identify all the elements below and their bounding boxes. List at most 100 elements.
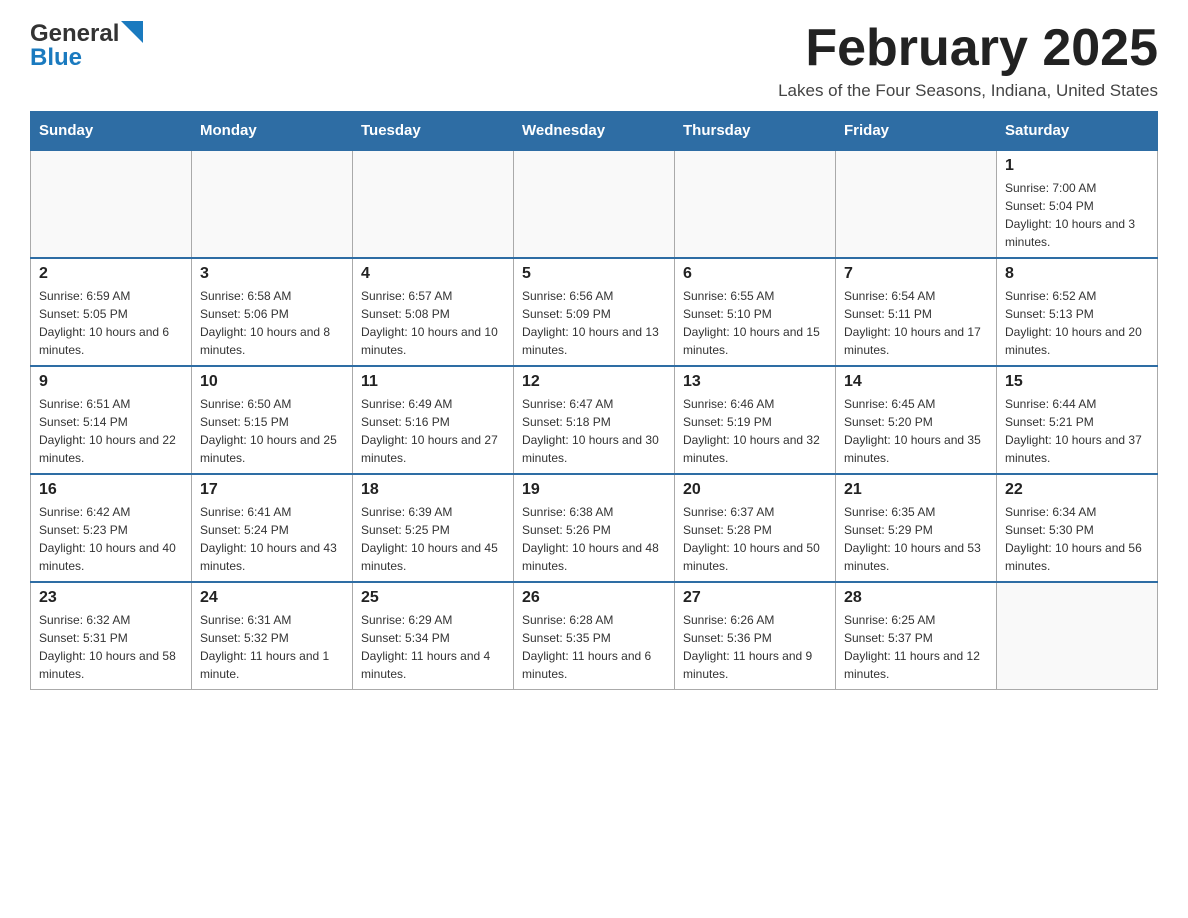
- day-number: 15: [1005, 373, 1149, 391]
- calendar-cell: [192, 150, 353, 258]
- day-of-week-wednesday: Wednesday: [514, 112, 675, 151]
- calendar-body: 1 Sunrise: 7:00 AM Sunset: 5:04 PM Daylig…: [31, 150, 1158, 690]
- day-info: Sunrise: 6:47 AM Sunset: 5:18 PM Dayligh…: [522, 395, 666, 467]
- calendar-table: SundayMondayTuesdayWednesdayThursdayFrid…: [30, 111, 1158, 690]
- day-info: Sunrise: 6:32 AM Sunset: 5:31 PM Dayligh…: [39, 611, 183, 683]
- week-row-2: 2 Sunrise: 6:59 AM Sunset: 5:05 PM Daylig…: [31, 258, 1158, 366]
- calendar-cell: 6 Sunrise: 6:55 AM Sunset: 5:10 PM Daylig…: [675, 258, 836, 366]
- calendar-cell: [675, 150, 836, 258]
- calendar-cell: 8Sunrise: 6:52 AM Sunset: 5:13 PM Daylig…: [997, 258, 1158, 366]
- calendar-cell: 24Sunrise: 6:31 AM Sunset: 5:32 PM Dayli…: [192, 582, 353, 690]
- day-info: Sunrise: 6:25 AM Sunset: 5:37 PM Dayligh…: [844, 611, 988, 683]
- calendar-cell: 11 Sunrise: 6:49 AM Sunset: 5:16 PM Dayli…: [353, 366, 514, 474]
- day-number: 22: [1005, 481, 1149, 499]
- day-number: 16: [39, 481, 183, 499]
- day-number: 6: [683, 265, 827, 283]
- calendar-cell: 22 Sunrise: 6:34 AM Sunset: 5:30 PM Dayli…: [997, 474, 1158, 582]
- calendar-cell: 7 Sunrise: 6:54 AM Sunset: 5:11 PM Daylig…: [836, 258, 997, 366]
- day-info: Sunrise: 6:41 AM Sunset: 5:24 PM Dayligh…: [200, 503, 344, 575]
- day-number: 8: [1005, 265, 1149, 283]
- day-number: 4: [361, 265, 505, 283]
- day-number: 1: [1005, 157, 1149, 175]
- week-row-3: 9 Sunrise: 6:51 AM Sunset: 5:14 PM Daylig…: [31, 366, 1158, 474]
- day-info: Sunrise: 6:57 AM Sunset: 5:08 PM Dayligh…: [361, 287, 505, 359]
- calendar-cell: 23 Sunrise: 6:32 AM Sunset: 5:31 PM Dayli…: [31, 582, 192, 690]
- day-number: 19: [522, 481, 666, 499]
- calendar-cell: 9 Sunrise: 6:51 AM Sunset: 5:14 PM Daylig…: [31, 366, 192, 474]
- week-row-5: 23 Sunrise: 6:32 AM Sunset: 5:31 PM Dayli…: [31, 582, 1158, 690]
- calendar-cell: 5 Sunrise: 6:56 AM Sunset: 5:09 PM Daylig…: [514, 258, 675, 366]
- day-number: 28: [844, 589, 988, 607]
- calendar-cell: 16 Sunrise: 6:42 AM Sunset: 5:23 PM Dayli…: [31, 474, 192, 582]
- day-info: Sunrise: 6:58 AM Sunset: 5:06 PM Dayligh…: [200, 287, 344, 359]
- day-number: 21: [844, 481, 988, 499]
- week-row-4: 16 Sunrise: 6:42 AM Sunset: 5:23 PM Dayli…: [31, 474, 1158, 582]
- day-info: Sunrise: 6:50 AM Sunset: 5:15 PM Dayligh…: [200, 395, 344, 467]
- day-of-week-saturday: Saturday: [997, 112, 1158, 151]
- day-number: 11: [361, 373, 505, 391]
- day-number: 7: [844, 265, 988, 283]
- calendar-cell: 10 Sunrise: 6:50 AM Sunset: 5:15 PM Dayli…: [192, 366, 353, 474]
- day-info: Sunrise: 6:54 AM Sunset: 5:11 PM Dayligh…: [844, 287, 988, 359]
- day-number: 24: [200, 589, 344, 607]
- day-number: 26: [522, 589, 666, 607]
- day-info: Sunrise: 6:26 AM Sunset: 5:36 PM Dayligh…: [683, 611, 827, 683]
- calendar-cell: 1 Sunrise: 7:00 AM Sunset: 5:04 PM Daylig…: [997, 150, 1158, 258]
- calendar-cell: 4 Sunrise: 6:57 AM Sunset: 5:08 PM Daylig…: [353, 258, 514, 366]
- calendar-cell: 3Sunrise: 6:58 AM Sunset: 5:06 PM Daylig…: [192, 258, 353, 366]
- calendar-cell: [514, 150, 675, 258]
- day-of-week-friday: Friday: [836, 112, 997, 151]
- day-info: Sunrise: 6:45 AM Sunset: 5:20 PM Dayligh…: [844, 395, 988, 467]
- calendar-cell: 15 Sunrise: 6:44 AM Sunset: 5:21 PM Dayli…: [997, 366, 1158, 474]
- calendar-cell: 17 Sunrise: 6:41 AM Sunset: 5:24 PM Dayli…: [192, 474, 353, 582]
- day-number: 2: [39, 265, 183, 283]
- day-info: Sunrise: 6:29 AM Sunset: 5:34 PM Dayligh…: [361, 611, 505, 683]
- calendar-cell: 28 Sunrise: 6:25 AM Sunset: 5:37 PM Dayli…: [836, 582, 997, 690]
- day-number: 9: [39, 373, 183, 391]
- day-info: Sunrise: 6:55 AM Sunset: 5:10 PM Dayligh…: [683, 287, 827, 359]
- calendar-cell: 21 Sunrise: 6:35 AM Sunset: 5:29 PM Dayli…: [836, 474, 997, 582]
- day-info: Sunrise: 6:39 AM Sunset: 5:25 PM Dayligh…: [361, 503, 505, 575]
- day-of-week-monday: Monday: [192, 112, 353, 151]
- calendar-cell: [353, 150, 514, 258]
- days-of-week-row: SundayMondayTuesdayWednesdayThursdayFrid…: [31, 112, 1158, 151]
- day-number: 18: [361, 481, 505, 499]
- day-info: Sunrise: 6:44 AM Sunset: 5:21 PM Dayligh…: [1005, 395, 1149, 467]
- day-number: 27: [683, 589, 827, 607]
- day-number: 23: [39, 589, 183, 607]
- day-number: 12: [522, 373, 666, 391]
- calendar-cell: [31, 150, 192, 258]
- day-number: 10: [200, 373, 344, 391]
- day-number: 5: [522, 265, 666, 283]
- day-number: 25: [361, 589, 505, 607]
- day-info: Sunrise: 6:37 AM Sunset: 5:28 PM Dayligh…: [683, 503, 827, 575]
- calendar-cell: 25 Sunrise: 6:29 AM Sunset: 5:34 PM Dayli…: [353, 582, 514, 690]
- day-info: Sunrise: 6:46 AM Sunset: 5:19 PM Dayligh…: [683, 395, 827, 467]
- day-info: Sunrise: 6:49 AM Sunset: 5:16 PM Dayligh…: [361, 395, 505, 467]
- title-section: February 2025 Lakes of the Four Seasons,…: [778, 20, 1158, 101]
- calendar-header: SundayMondayTuesdayWednesdayThursdayFrid…: [31, 112, 1158, 151]
- day-info: Sunrise: 7:00 AM Sunset: 5:04 PM Dayligh…: [1005, 179, 1149, 251]
- calendar-cell: 27 Sunrise: 6:26 AM Sunset: 5:36 PM Dayli…: [675, 582, 836, 690]
- calendar-cell: 18 Sunrise: 6:39 AM Sunset: 5:25 PM Dayli…: [353, 474, 514, 582]
- calendar-cell: 13 Sunrise: 6:46 AM Sunset: 5:19 PM Dayli…: [675, 366, 836, 474]
- day-info: Sunrise: 6:51 AM Sunset: 5:14 PM Dayligh…: [39, 395, 183, 467]
- month-title: February 2025: [778, 20, 1158, 77]
- day-info: Sunrise: 6:42 AM Sunset: 5:23 PM Dayligh…: [39, 503, 183, 575]
- calendar-cell: 26Sunrise: 6:28 AM Sunset: 5:35 PM Dayli…: [514, 582, 675, 690]
- day-info: Sunrise: 6:34 AM Sunset: 5:30 PM Dayligh…: [1005, 503, 1149, 575]
- calendar-cell: 19 Sunrise: 6:38 AM Sunset: 5:26 PM Dayli…: [514, 474, 675, 582]
- day-number: 13: [683, 373, 827, 391]
- calendar-cell: [836, 150, 997, 258]
- day-number: 17: [200, 481, 344, 499]
- logo-blue: Blue: [30, 44, 82, 72]
- day-info: Sunrise: 6:38 AM Sunset: 5:26 PM Dayligh…: [522, 503, 666, 575]
- week-row-1: 1 Sunrise: 7:00 AM Sunset: 5:04 PM Daylig…: [31, 150, 1158, 258]
- calendar-cell: 12 Sunrise: 6:47 AM Sunset: 5:18 PM Dayli…: [514, 366, 675, 474]
- day-info: Sunrise: 6:35 AM Sunset: 5:29 PM Dayligh…: [844, 503, 988, 575]
- day-info: Sunrise: 6:59 AM Sunset: 5:05 PM Dayligh…: [39, 287, 183, 359]
- day-of-week-thursday: Thursday: [675, 112, 836, 151]
- day-info: Sunrise: 6:56 AM Sunset: 5:09 PM Dayligh…: [522, 287, 666, 359]
- calendar-cell: [997, 582, 1158, 690]
- location-subtitle: Lakes of the Four Seasons, Indiana, Unit…: [778, 81, 1158, 101]
